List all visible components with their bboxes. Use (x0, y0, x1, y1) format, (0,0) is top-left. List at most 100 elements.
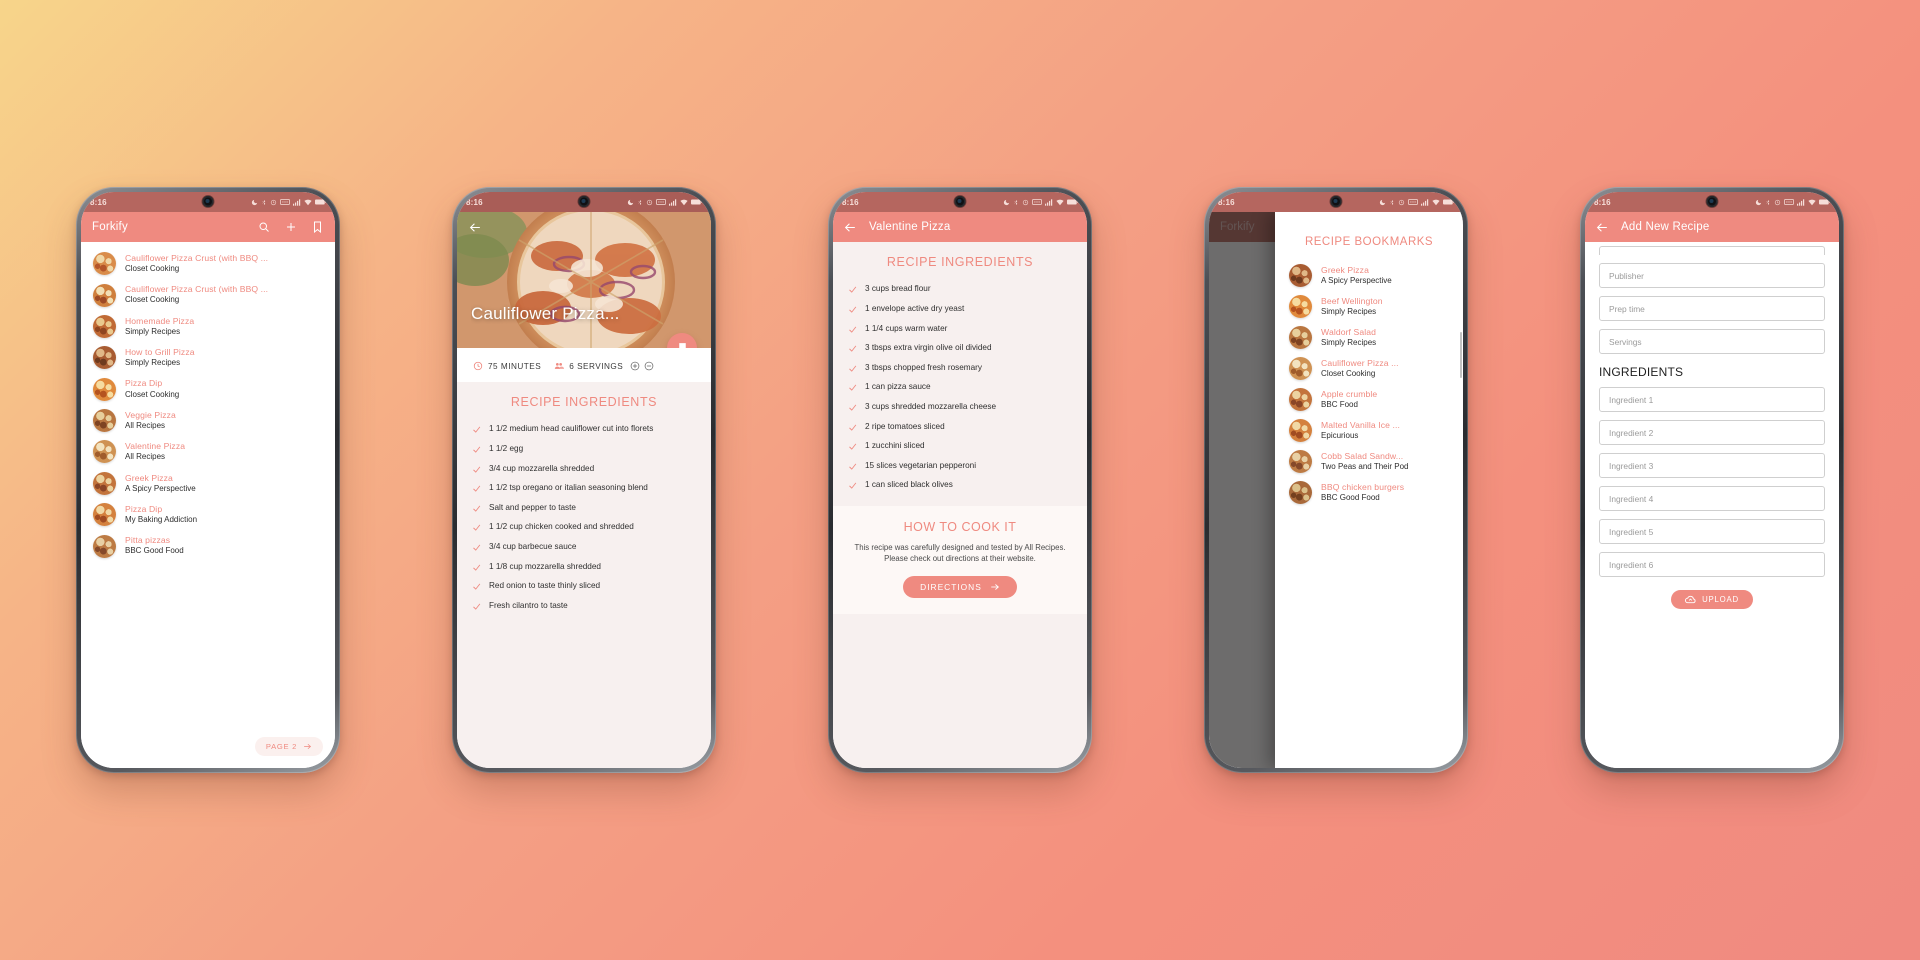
recipe-list[interactable]: Cauliflower Pizza Crust (with BBQ ... Clo… (81, 242, 335, 562)
recipe-list-body: Cauliflower Pizza Crust (with BBQ ... Clo… (81, 242, 335, 768)
arrow-right-icon (304, 743, 312, 750)
cloud-upload-icon (1685, 595, 1696, 604)
list-item[interactable]: Veggie Pizza All Recipes (81, 405, 335, 436)
bookmark-list[interactable]: Greek Pizza A Spicy Perspective Beef Welli… (1275, 260, 1463, 508)
list-item[interactable]: How to Grill Pizza Simply Recipes (81, 342, 335, 373)
app-bar: Valentine Pizza (833, 212, 1087, 242)
ingredient-field-ingredient-6[interactable]: Ingredient 6 (1599, 552, 1825, 577)
list-item[interactable]: Pitta pizzas BBC Good Food (81, 530, 335, 561)
list-item[interactable]: Apple crumble BBC Food (1275, 384, 1463, 415)
camera-notch (1330, 196, 1342, 207)
status-icons (1003, 198, 1078, 206)
ingredient-item: 1 1/4 cups warm water (833, 319, 1087, 339)
vibrate-icon (280, 199, 290, 205)
recipe-publisher: BBC Good Food (125, 546, 184, 556)
bookmark-icon[interactable] (311, 221, 324, 234)
check-icon (849, 443, 857, 451)
list-item[interactable]: Greek Pizza A Spicy Perspective (1275, 260, 1463, 291)
recipe-publisher: Closet Cooking (125, 389, 180, 399)
recipe-publisher: Closet Cooking (125, 264, 180, 274)
list-item[interactable]: Malted Vanilla Ice ... Epicurious (1275, 415, 1463, 446)
back-arrow-icon[interactable] (468, 220, 482, 234)
back-arrow-icon[interactable] (1596, 221, 1609, 234)
form-field-publisher[interactable]: Publisher (1599, 263, 1825, 288)
signal-icon (293, 198, 301, 206)
recipe-publisher: BBC Food (1321, 399, 1358, 409)
ingredients-list: 3 cups bread flour 1 envelope active dry … (833, 280, 1087, 496)
recipe-title: Beef Wellington (1321, 295, 1383, 306)
moon-icon (1379, 199, 1386, 205)
list-item[interactable]: Cobb Salad Sandw... Two Peas and Their Po… (1275, 446, 1463, 477)
ingredient-item: 1 can pizza sauce (833, 378, 1087, 398)
list-item[interactable]: Greek Pizza A Spicy Perspective (81, 468, 335, 499)
check-icon (473, 446, 481, 453)
phone-1-recipe-list: 8:16 Forkify Cauliflower Pizza Crust (wi… (76, 187, 340, 773)
form-field-servings[interactable]: Servings (1599, 329, 1825, 354)
minus-circle-icon[interactable] (644, 361, 654, 371)
page-2-button[interactable]: PAGE 2 (254, 737, 323, 756)
check-icon (473, 505, 481, 512)
recipe-thumbnail (93, 283, 116, 307)
search-icon[interactable] (257, 221, 270, 234)
list-item[interactable]: Pizza Dip My Baking Addiction (81, 499, 335, 530)
recipe-title: Homemade Pizza (125, 315, 195, 326)
ingredient-field-ingredient-4[interactable]: Ingredient 4 (1599, 486, 1825, 511)
scrollbar[interactable] (1460, 332, 1462, 378)
upload-button[interactable]: UPLOAD (1671, 590, 1753, 609)
check-icon (849, 385, 857, 392)
ingredient-item: 1 1/8 cup mozzarella shredded (457, 557, 711, 577)
ingredient-item: Salt and pepper to taste (457, 498, 711, 518)
ingredient-text: 2 ripe tomatoes sliced (865, 421, 945, 431)
camera-notch (202, 196, 214, 207)
ingredient-item: 3 tbsps extra virgin olive oil divided (833, 339, 1087, 359)
list-item[interactable]: Homemade Pizza Simply Recipes (81, 311, 335, 342)
recipe-publisher: All Recipes (125, 420, 166, 430)
ingredient-text: 15 slices vegetarian pepperoni (865, 460, 977, 470)
check-icon (849, 306, 857, 313)
list-item[interactable]: Pizza Dip Closet Cooking (81, 374, 335, 405)
recipe-title: Pizza Dip (125, 503, 163, 514)
app-title: Valentine Pizza (869, 221, 951, 233)
recipe-publisher: A Spicy Perspective (125, 483, 196, 493)
drawer-host: Forkify RECIPE BOOKMARKS Greek PizzaA Sp… (1209, 212, 1463, 768)
recipe-thumbnail (93, 377, 116, 401)
status-time: 8:16 (1594, 197, 1611, 207)
bluetooth-icon (1390, 199, 1394, 205)
list-item[interactable]: Waldorf Salad Simply Recipes (1275, 322, 1463, 353)
recipe-thumbnail (93, 409, 116, 433)
list-item[interactable]: Cauliflower Pizza Crust (with BBQ ... Clo… (81, 279, 335, 310)
directions-button[interactable]: DIRECTIONS (903, 576, 1017, 599)
ingredient-field-ingredient-3[interactable]: Ingredient 3 (1599, 453, 1825, 478)
ingredient-text: 3/4 cup barbecue sauce (489, 542, 577, 552)
signal-icon (669, 198, 677, 206)
ingredient-field-ingredient-5[interactable]: Ingredient 5 (1599, 519, 1825, 544)
list-item[interactable]: Valentine Pizza All Recipes (81, 436, 335, 467)
plus-circle-icon[interactable] (630, 361, 640, 371)
list-item[interactable]: Cauliflower Pizza ... Closet Cooking (1275, 353, 1463, 384)
ingredient-text: 3/4 cup mozzarella shredded (489, 463, 595, 473)
recipe-thumbnail (93, 534, 116, 558)
recipe-publisher: Closet Cooking (125, 295, 180, 305)
back-arrow-icon[interactable] (844, 221, 857, 234)
ingredient-field-ingredient-1[interactable]: Ingredient 1 (1599, 387, 1825, 412)
ingredient-text: Salt and pepper to taste (489, 502, 576, 512)
camera-notch (1706, 196, 1718, 207)
list-item[interactable]: Beef Wellington Simply Recipes (1275, 291, 1463, 322)
status-time: 8:16 (842, 197, 859, 207)
recipe-thumbnail (1289, 326, 1313, 349)
add-icon[interactable] (284, 221, 297, 234)
vibrate-icon (1032, 199, 1042, 205)
ingredient-field-ingredient-2[interactable]: Ingredient 2 (1599, 420, 1825, 445)
ingredients-heading: RECIPE INGREDIENTS (886, 255, 1034, 269)
wifi-icon (680, 199, 688, 205)
list-item[interactable]: Cauliflower Pizza Crust (with BBQ ... Clo… (81, 248, 335, 279)
clipped-field-top[interactable] (1599, 246, 1825, 255)
vibrate-icon (1784, 199, 1794, 205)
battery-icon (315, 199, 326, 205)
ingredient-text: Fresh cilantro to taste (489, 600, 568, 610)
ingredient-item: 1 1/2 egg (457, 440, 711, 460)
recipe-thumbnail (1289, 450, 1313, 473)
recipe-publisher: Simply Recipes (1321, 337, 1377, 347)
form-field-prep-time[interactable]: Prep time (1599, 296, 1825, 321)
list-item[interactable]: BBQ chicken burgers BBC Good Food (1275, 477, 1463, 508)
